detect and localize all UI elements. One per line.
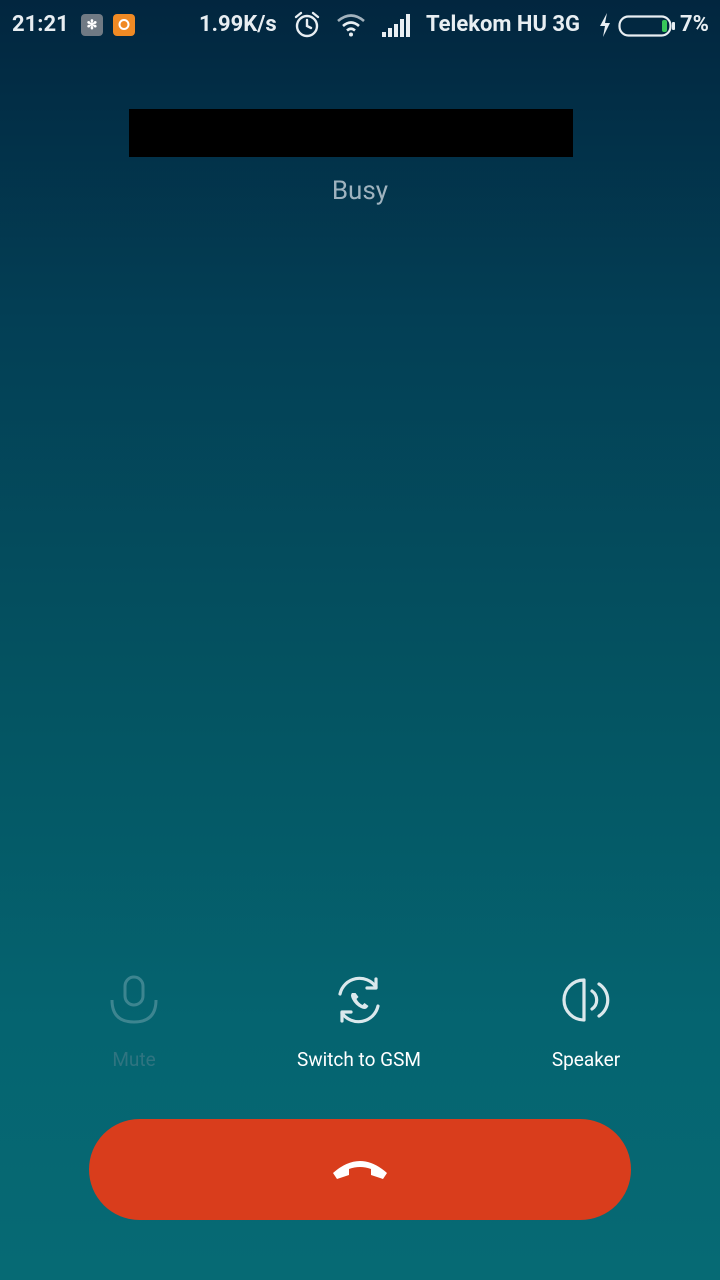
signal-icon [381,14,413,44]
switch-to-gsm-label: Switch to GSM [297,1048,421,1071]
alarm-icon [293,11,321,45]
switch-call-icon [338,976,380,1024]
caller-name [129,109,573,157]
end-call-button[interactable] [89,1119,631,1220]
call-status: Busy [331,176,389,206]
hang-up-icon [333,1160,387,1179]
speaker-label: Speaker [551,1048,621,1071]
call-screen: 21:21 ✻ 1.99K/s Telekom HU 3G 7% Busy Mu… [0,0,720,1280]
microphone-icon [110,975,158,1024]
mute-label: Mute [112,1048,156,1071]
network-speed: 1.99K/s [199,12,277,37]
wifi-icon [336,13,366,43]
status-bar: 21:21 ✻ 1.99K/s Telekom HU 3G 7% [0,0,720,52]
speaker-button[interactable]: Speaker [486,972,686,1082]
switch-to-gsm-button[interactable]: Switch to GSM [259,972,459,1082]
mute-button[interactable]: Mute [34,972,234,1082]
chat-notification-icon [113,14,135,36]
carrier-name: Telekom HU 3G [426,12,581,37]
charging-icon [598,12,612,44]
app-notification-icon: ✻ [81,14,103,36]
status-time: 21:21 [12,12,69,37]
speaker-icon [562,978,610,1022]
battery-percent: 7% [680,12,709,37]
battery-icon [618,14,676,44]
